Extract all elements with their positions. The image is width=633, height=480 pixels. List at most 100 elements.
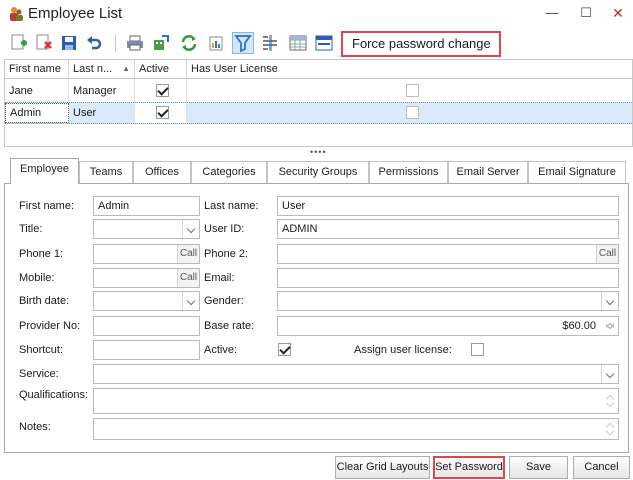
add-icon[interactable] [8, 32, 30, 54]
export-icon[interactable] [150, 32, 172, 54]
notes-label: Notes: [19, 421, 51, 433]
column-header-has-user-license[interactable]: Has User License [187, 60, 632, 79]
gender-label: Gender: [204, 295, 244, 307]
gender-dropdown[interactable] [277, 291, 619, 311]
sort-ascending-icon: ▲ [122, 64, 130, 73]
last-name-field[interactable]: User [277, 196, 619, 216]
refresh-icon[interactable] [178, 32, 200, 54]
shortcut-field[interactable] [93, 340, 200, 360]
employee-app-icon [8, 6, 24, 22]
phone1-call-button[interactable]: Call [177, 245, 199, 263]
license-checkbox[interactable] [406, 84, 419, 97]
email-label: Email: [204, 272, 235, 284]
qualifications-label: Qualifications: [19, 389, 89, 401]
title-dropdown[interactable] [93, 219, 200, 239]
service-dropdown[interactable] [93, 364, 619, 384]
toolbar-separator [115, 34, 116, 52]
user-id-field[interactable]: ADMIN [277, 219, 619, 239]
user-id-label: User ID: [204, 223, 245, 235]
import-icon[interactable] [206, 32, 228, 54]
provider-no-field[interactable] [93, 316, 200, 336]
splitter-handle[interactable]: •••• [310, 147, 327, 157]
cell-last-name: Manager [69, 80, 135, 102]
notes-textarea[interactable] [93, 418, 619, 440]
clear-grid-layouts-button[interactable]: Clear Grid Layouts [335, 456, 430, 479]
phone1-label: Phone 1: [19, 248, 64, 260]
table-row[interactable]: Jane Manager [5, 80, 632, 102]
base-rate-label: Base rate: [204, 320, 255, 332]
tab-categories[interactable]: Categories [191, 161, 267, 183]
title-label: Title: [19, 223, 43, 235]
birth-date-label: Birth date: [19, 295, 70, 307]
save-button[interactable]: Save [509, 456, 568, 479]
column-header-active[interactable]: Active [135, 60, 187, 79]
chevron-down-icon[interactable] [601, 365, 618, 383]
force-password-change-toggle[interactable]: Force password change [341, 31, 501, 57]
set-password-button[interactable]: Set Password [433, 456, 505, 479]
save-icon[interactable] [58, 32, 80, 54]
column-header-last-name[interactable]: Last n... ▲ [69, 60, 135, 79]
minimize-button[interactable]: — [540, 3, 564, 23]
tab-teams[interactable]: Teams [79, 161, 133, 183]
tab-security-groups[interactable]: Security Groups [267, 161, 369, 183]
cell-active [135, 80, 187, 102]
print-icon[interactable] [124, 32, 146, 54]
tab-email-signature[interactable]: Email Signature [528, 161, 626, 183]
provider-no-label: Provider No: [19, 320, 81, 332]
tab-strip: Employee Teams Offices Categories Securi… [4, 158, 629, 184]
cancel-button[interactable]: Cancel [573, 456, 630, 479]
phone2-field[interactable]: Call [277, 244, 619, 264]
chevron-down-icon[interactable] [182, 292, 199, 310]
cell-has-user-license [187, 80, 632, 102]
active-checkbox[interactable] [278, 343, 291, 356]
grid-layout-icon[interactable] [287, 32, 309, 54]
mobile-label: Mobile: [19, 272, 55, 284]
active-checkbox[interactable] [156, 106, 169, 119]
cell-first-name: Jane [5, 80, 69, 102]
qualifications-textarea[interactable] [93, 388, 619, 414]
cell-has-user-license [187, 103, 632, 123]
filter-icon[interactable] [232, 32, 254, 54]
service-label: Service: [19, 368, 59, 380]
column-header-first-name[interactable]: First name [5, 60, 69, 79]
birth-date-picker[interactable] [93, 291, 200, 311]
title-bar: Employee List — ☐ ✕ [0, 0, 633, 28]
mobile-call-button[interactable]: Call [177, 269, 199, 287]
toolbar [0, 29, 633, 59]
phone1-field[interactable]: Call [93, 244, 200, 264]
first-name-label: First name: [19, 200, 75, 212]
assign-user-license-label: Assign user license: [354, 344, 452, 356]
cell-last-name: User [69, 103, 135, 123]
close-button[interactable]: ✕ [606, 3, 630, 23]
license-checkbox[interactable] [406, 106, 419, 119]
mobile-field[interactable]: Call [93, 268, 200, 288]
employee-grid: First name Last n... ▲ Active Has User L… [4, 59, 633, 147]
phone2-call-button[interactable]: Call [596, 245, 618, 263]
scroll-arrows-icon[interactable] [602, 389, 618, 413]
active-checkbox[interactable] [156, 84, 169, 97]
phone2-label: Phone 2: [204, 248, 249, 260]
email-field[interactable] [277, 268, 619, 288]
tab-email-server[interactable]: Email Server [448, 161, 528, 183]
base-rate-field[interactable]: $60.00 [277, 316, 619, 336]
tab-permissions[interactable]: Permissions [369, 161, 448, 183]
delete-icon[interactable] [33, 32, 55, 54]
table-row-selected[interactable]: Admin User [5, 102, 632, 124]
base-rate-value: $60.00 [562, 320, 596, 332]
chevron-down-icon[interactable] [601, 292, 618, 310]
tab-employee[interactable]: Employee [10, 158, 79, 184]
chevron-down-icon[interactable] [182, 220, 199, 238]
tab-offices[interactable]: Offices [133, 161, 191, 183]
shortcut-label: Shortcut: [19, 344, 64, 356]
scroll-arrows-icon[interactable] [602, 419, 618, 439]
assign-user-license-checkbox[interactable] [471, 343, 485, 356]
maximize-button[interactable]: ☐ [574, 3, 598, 23]
spinner-icon[interactable] [602, 317, 618, 335]
cell-active [135, 103, 187, 123]
undo-icon[interactable] [83, 32, 105, 54]
last-name-label: Last name: [204, 200, 259, 212]
panel-icon[interactable] [313, 32, 335, 54]
column-header-label: Last n... [73, 63, 113, 75]
columns-icon[interactable] [259, 32, 281, 54]
first-name-field[interactable]: Admin [93, 196, 200, 216]
